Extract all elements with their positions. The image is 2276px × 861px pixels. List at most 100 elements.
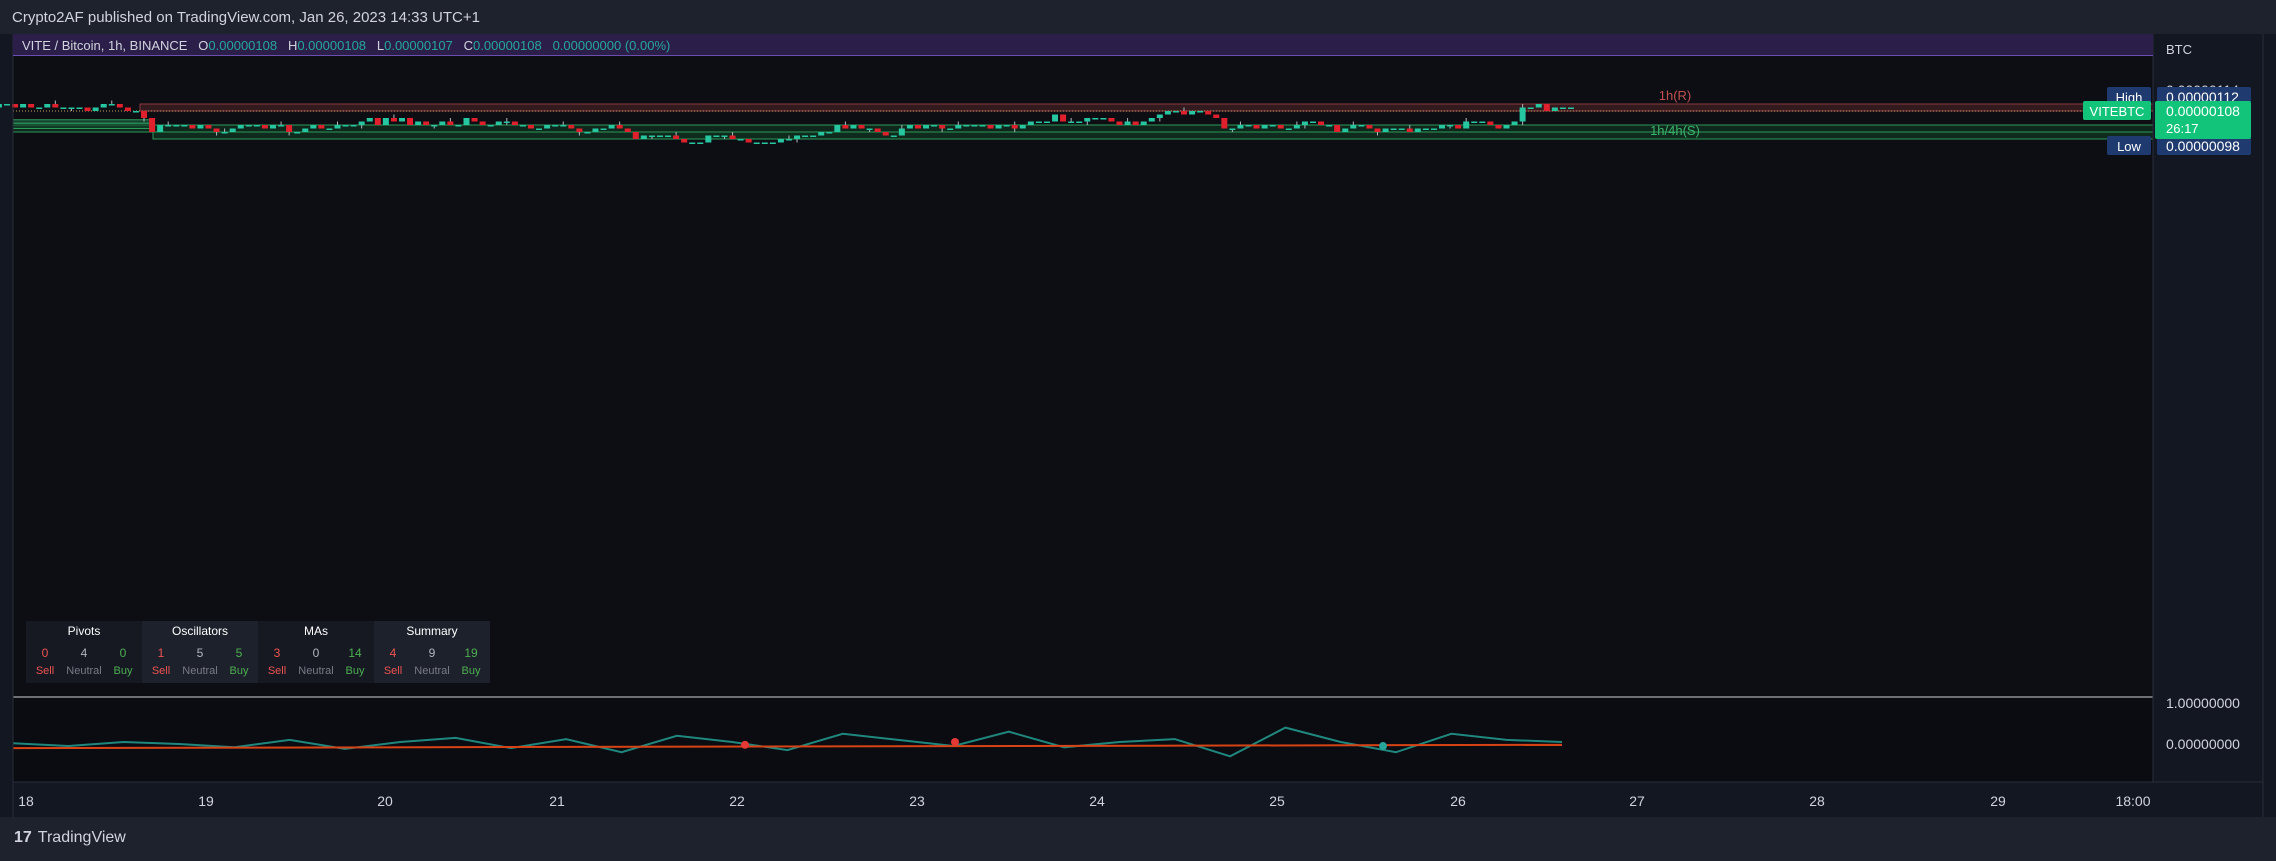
candle-down (1277, 125, 1284, 129)
zones-layer: 1h(R) 1h/4h(S) (12, 88, 2154, 140)
candle-up (503, 121, 510, 123)
candle-down (318, 125, 325, 129)
candle-up (1076, 121, 1083, 123)
low-value: 0.00000098 (2166, 138, 2240, 154)
technicals-table: Pivots 0 4 0 Sell Neutral Buy Oscillators 1 5 5 Sel… (26, 621, 490, 683)
candle-up (253, 125, 260, 127)
candle-up (818, 132, 825, 136)
candle-up (1092, 118, 1099, 120)
oscillator-tick-label: 0.00000000 (2166, 736, 2240, 752)
candle-up (955, 125, 962, 129)
candle-up (777, 139, 784, 143)
candle-up (906, 125, 913, 129)
tech-group-oscillators: Oscillators 1 5 5 Sell Neutral Buy (142, 621, 258, 683)
tech-sell-label: Sell (267, 665, 287, 677)
candle-up (334, 125, 341, 129)
candle-down (1455, 125, 1462, 129)
candle-up (834, 125, 841, 132)
open-value: 0.00000108 (208, 38, 278, 53)
candle-down (84, 107, 91, 111)
candle-up (1527, 107, 1534, 109)
tech-sell-label: Sell (35, 665, 55, 677)
candle-up (785, 139, 792, 141)
tradingview-logo[interactable]: 17 TradingView (14, 829, 126, 847)
candle-down (632, 132, 639, 139)
candle-down (1543, 104, 1550, 111)
candle-up (810, 135, 817, 137)
candle-down (1487, 121, 1494, 125)
candle-up (705, 135, 712, 143)
candle-up (713, 135, 720, 137)
candle-up (1503, 125, 1510, 129)
candle-up (100, 104, 107, 108)
high-label: H (287, 38, 298, 53)
candle-down (149, 118, 156, 132)
tech-buy-count: 14 (348, 646, 362, 660)
candle-up (431, 125, 438, 127)
candle-up (1438, 125, 1445, 129)
tech-neutral-label: Neutral (298, 665, 334, 677)
candle-up (1551, 107, 1558, 111)
time-tick-label: 26 (1450, 793, 1466, 809)
low-value: 0.00000107 (384, 38, 453, 53)
candle-down (479, 121, 486, 125)
tech-neutral-label: Neutral (414, 665, 450, 677)
candle-down (681, 139, 688, 143)
candle-down (189, 125, 196, 129)
tech-sell-count: 4 (389, 646, 397, 660)
ohlc-legend[interactable]: VITE / Bitcoin, 1h, BINANCE O0.00000108 … (22, 38, 670, 53)
candle-up (648, 135, 655, 137)
candle-down (1213, 114, 1220, 118)
tech-sell-count: 1 (157, 646, 165, 660)
candle-up (898, 128, 905, 136)
candle-down (141, 111, 148, 118)
high-value: 0.00000108 (297, 38, 367, 53)
candle-down (1374, 128, 1381, 132)
candle-up (132, 111, 139, 113)
candlestick-chart[interactable]: 1h(R)1h/4h(S) BTC0.000001140.000001120.0… (0, 0, 2276, 861)
symbol-name[interactable]: VITE / Bitcoin, 1h, BINANCE (22, 38, 187, 53)
candle-up (1285, 128, 1292, 130)
candle-up (92, 107, 99, 111)
candle-down (213, 128, 220, 132)
close-value: 0.00000108 (473, 38, 542, 53)
tech-sell-count: 0 (41, 646, 49, 660)
candle-up (600, 128, 607, 130)
candle-up (245, 125, 252, 127)
candle-up (1447, 125, 1454, 127)
candle-down (987, 125, 994, 129)
oscillator-signal-dot (741, 740, 749, 749)
candle-up (665, 135, 672, 137)
candle-down (205, 125, 212, 129)
candle-up (1172, 111, 1179, 113)
candle-up (342, 125, 349, 127)
candle-up (1068, 121, 1075, 123)
tech-neutral-label: Neutral (66, 665, 102, 677)
candle-down (1132, 121, 1139, 125)
candle-down (1406, 128, 1413, 132)
candle-down (511, 121, 518, 125)
candle-up (0, 104, 2, 108)
candle-up (1140, 121, 1147, 125)
candle-up (415, 121, 422, 125)
candle-up (310, 125, 317, 129)
candle-up (971, 125, 978, 127)
candle-down (745, 139, 752, 143)
oscillator-signal-dot (951, 737, 959, 746)
candle-up (1326, 125, 1333, 127)
candle-up (157, 125, 164, 132)
candle-up (487, 125, 494, 127)
support-zone-left-2 (12, 122, 154, 129)
candle-up (1197, 111, 1204, 113)
candle-down (1366, 125, 1373, 129)
tech-buy-label: Buy (345, 665, 365, 677)
candle-up (229, 128, 236, 132)
candle-up (1301, 121, 1308, 125)
support-zone-left (12, 119, 154, 124)
change-value: 0.00000000 (0.00%) (552, 38, 671, 53)
time-tick-label: 29 (1990, 793, 2006, 809)
tech-buy-count: 5 (235, 646, 243, 660)
tech-neutral-label: Neutral (182, 665, 218, 677)
candle-up (890, 135, 897, 137)
candle-up (44, 104, 51, 108)
